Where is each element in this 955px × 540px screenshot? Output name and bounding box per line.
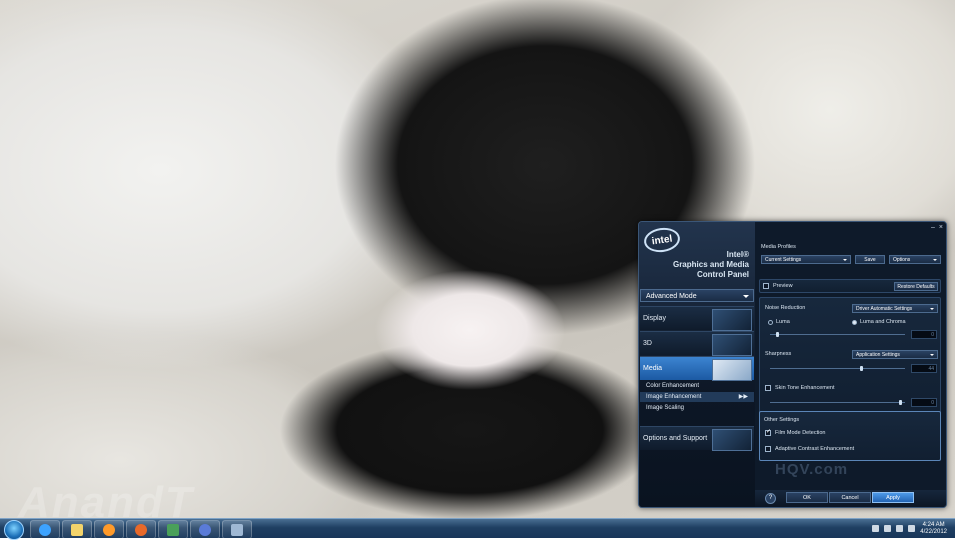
media-profiles-title: Media Profiles bbox=[761, 244, 796, 250]
preview-section: Preview Restore Defaults bbox=[759, 279, 941, 293]
cancel-button[interactable]: Cancel bbox=[829, 492, 871, 503]
options-dropdown[interactable]: Options bbox=[889, 255, 941, 264]
window-controls: – × bbox=[931, 224, 943, 231]
minimize-button[interactable]: – bbox=[931, 224, 935, 231]
nav-display[interactable]: Display bbox=[640, 306, 754, 331]
profile-dropdown[interactable]: Current Settings bbox=[761, 255, 851, 264]
sharpness-value-field[interactable]: 44 bbox=[911, 364, 937, 373]
tray-network-icon[interactable] bbox=[896, 525, 904, 532]
system-tray: 4:24 AM 4/22/2012 bbox=[872, 520, 947, 537]
taskbar: 4:24 AM 4/22/2012 bbox=[0, 518, 955, 540]
nav-media[interactable]: Media bbox=[640, 356, 754, 381]
tray-volume-icon[interactable] bbox=[908, 525, 916, 532]
chevron-down-icon bbox=[843, 259, 847, 261]
firefox-icon[interactable] bbox=[126, 520, 156, 539]
start-button[interactable] bbox=[4, 520, 24, 540]
chevron-down-icon bbox=[930, 308, 934, 310]
apply-button[interactable]: Apply bbox=[872, 492, 914, 503]
restore-defaults-button[interactable]: Restore Defaults bbox=[894, 282, 938, 291]
subnav-color-enhancement[interactable]: Color Enhancement bbox=[640, 381, 754, 391]
subnav-image-scaling[interactable]: Image Scaling bbox=[640, 403, 754, 413]
luma-label: Luma bbox=[776, 319, 790, 325]
luma-radio[interactable] bbox=[768, 320, 773, 325]
skin-slider-track[interactable] bbox=[770, 402, 905, 403]
noise-reduction-label: Noise Reduction bbox=[765, 305, 806, 311]
chevron-down-icon bbox=[743, 295, 749, 298]
adaptive-contrast-label: Adaptive Contrast Enhancement bbox=[775, 446, 855, 452]
enhancement-section: Noise Reduction Driver Automatic Setting… bbox=[759, 297, 941, 417]
tray-arrow-icon[interactable] bbox=[872, 525, 880, 532]
mode-dropdown[interactable]: Advanced Mode bbox=[640, 289, 754, 302]
hqv-logo: HQV.com bbox=[775, 461, 849, 478]
film-mode-label: Film Mode Detection bbox=[775, 430, 826, 436]
intel-control-panel-window: intel Intel® Graphics and Media Control … bbox=[638, 221, 947, 508]
chevron-down-icon bbox=[930, 354, 934, 356]
preview-label: Preview bbox=[773, 283, 793, 289]
ie-icon[interactable] bbox=[30, 520, 60, 539]
panel-brand: Intel® Graphics and Media Control Panel bbox=[672, 250, 749, 279]
sharpness-label: Sharpness bbox=[765, 351, 792, 357]
projector-icon bbox=[712, 359, 752, 381]
luma-chroma-radio[interactable] bbox=[852, 320, 857, 325]
3d-thumbnail-icon bbox=[712, 334, 752, 356]
subnav-image-enhancement[interactable]: Image Enhancement ▶▶ bbox=[640, 392, 754, 402]
noise-reduction-dropdown[interactable]: Driver Automatic Settings bbox=[852, 304, 938, 313]
skin-slider-knob[interactable] bbox=[899, 400, 902, 405]
panel-footer: ? OK Cancel Apply bbox=[755, 490, 946, 507]
clock[interactable]: 4:24 AM 4/22/2012 bbox=[920, 522, 947, 536]
save-button[interactable]: Save bbox=[855, 255, 885, 264]
adaptive-contrast-checkbox[interactable] bbox=[765, 446, 771, 452]
nav-options-support[interactable]: Options and Support bbox=[640, 426, 754, 451]
panel-content: – × Media Profiles Current Settings Save… bbox=[755, 222, 946, 507]
media-player-icon[interactable] bbox=[94, 520, 124, 539]
sharpness-dropdown[interactable]: Application Settings bbox=[852, 350, 938, 359]
sharpness-slider-knob[interactable] bbox=[860, 366, 863, 371]
noise-value-field[interactable]: 0 bbox=[911, 330, 937, 339]
noise-slider-knob[interactable] bbox=[776, 332, 779, 337]
help-icon[interactable]: ? bbox=[765, 493, 776, 504]
sharpness-slider-track[interactable] bbox=[770, 368, 905, 369]
other-settings-section: Other Settings Film Mode Detection Adapt… bbox=[759, 411, 941, 461]
noise-slider-track[interactable] bbox=[770, 334, 905, 335]
skin-tone-checkbox[interactable] bbox=[765, 385, 771, 391]
close-button[interactable]: × bbox=[939, 224, 943, 231]
explorer-icon[interactable] bbox=[62, 520, 92, 539]
display-icon[interactable] bbox=[222, 520, 252, 539]
other-settings-title: Other Settings bbox=[764, 417, 800, 423]
display-thumbnail-icon bbox=[712, 309, 752, 331]
panel-sidebar: intel Intel® Graphics and Media Control … bbox=[639, 222, 755, 507]
nav-3d[interactable]: 3D bbox=[640, 331, 754, 356]
luma-chroma-label: Luma and Chroma bbox=[860, 319, 906, 325]
app-icon[interactable] bbox=[158, 520, 188, 539]
skin-value-field[interactable]: 0 bbox=[911, 398, 937, 407]
ok-button[interactable]: OK bbox=[786, 492, 828, 503]
fast-forward-icon: ▶▶ bbox=[738, 394, 748, 400]
media-center-icon[interactable] bbox=[190, 520, 220, 539]
tray-flag-icon[interactable] bbox=[884, 525, 892, 532]
preview-checkbox[interactable] bbox=[763, 283, 769, 289]
skin-tone-label: Skin Tone Enhancement bbox=[775, 385, 835, 391]
film-mode-checkbox[interactable] bbox=[765, 428, 771, 436]
options-thumbnail-icon bbox=[712, 429, 752, 451]
chevron-down-icon bbox=[933, 259, 937, 261]
